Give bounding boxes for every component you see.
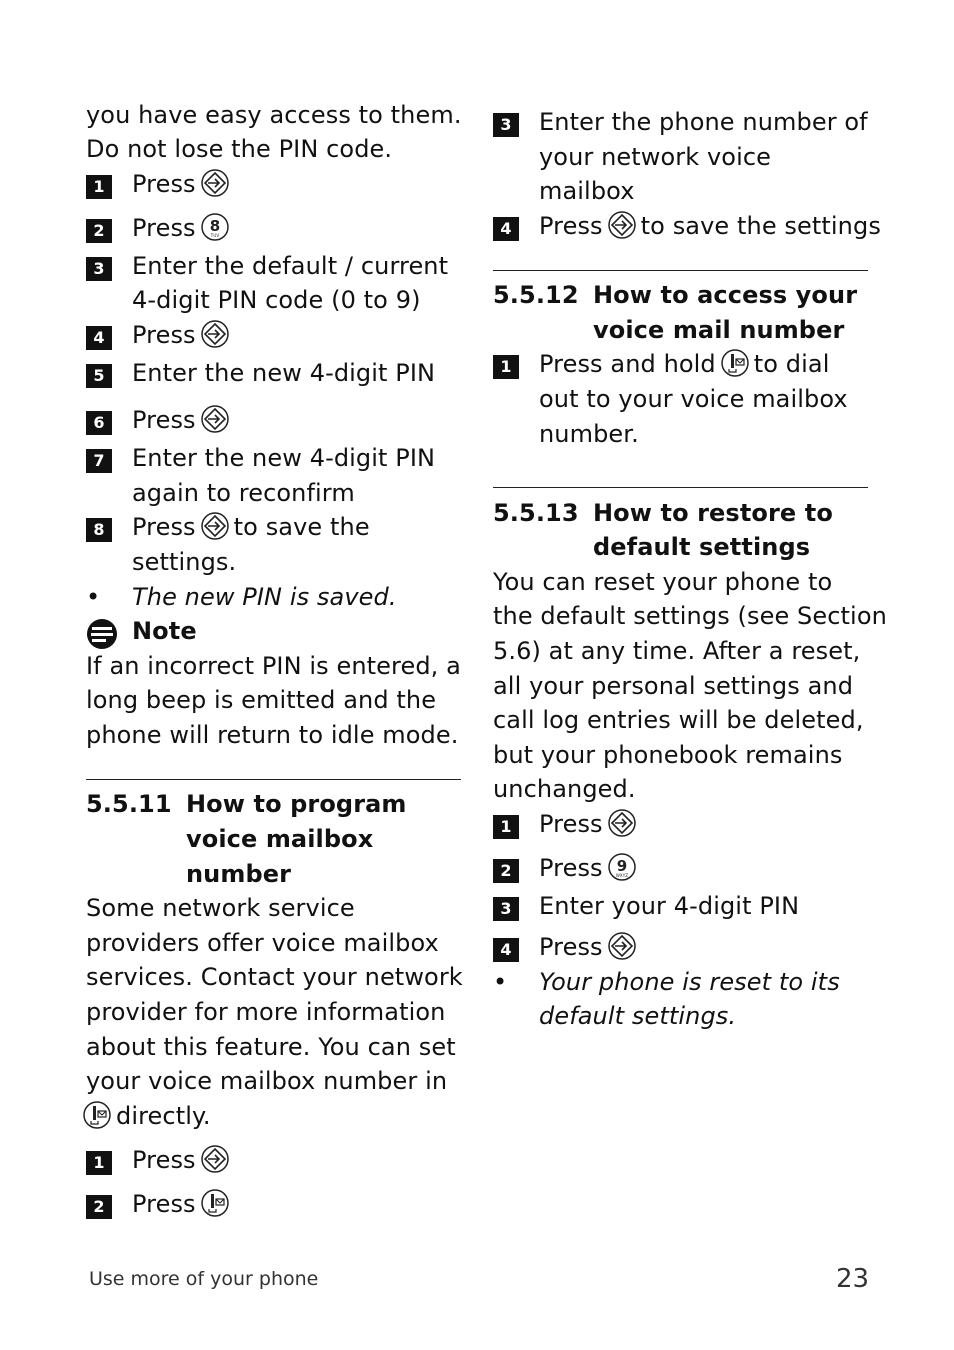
body-text: You can reset your phone to	[493, 568, 833, 596]
svg-text:WXYZ: WXYZ	[616, 873, 628, 878]
step-text: Press to save the	[132, 512, 370, 541]
step-text: Press 8 TUV	[132, 211, 234, 245]
section-number: 5.5.13	[493, 499, 579, 527]
step-number: 1	[86, 175, 112, 199]
note-title: Note	[132, 617, 197, 645]
body-text: providers offer voice mailbox	[86, 929, 439, 957]
ok-nav-key-icon	[607, 809, 636, 837]
ok-nav-key-icon	[200, 320, 229, 348]
step-text: settings.	[132, 548, 237, 576]
step-text: out to your voice mailbox	[539, 385, 848, 413]
ok-nav-key-icon	[200, 405, 229, 433]
step-text: Enter your 4-digit PIN	[539, 892, 800, 920]
step-number: 4	[493, 938, 519, 962]
body-text: about this feature. You can set	[86, 1033, 456, 1061]
step-number: 4	[493, 217, 519, 241]
step-text: your network voice	[539, 143, 772, 171]
body-text: call log entries will be deleted,	[493, 706, 864, 734]
step-number: 2	[86, 219, 112, 243]
intro-line: you have easy access to them.	[86, 101, 462, 129]
key-8-icon: 8TUV	[200, 213, 229, 241]
body-text: but your phonebook remains	[493, 741, 843, 769]
step-number: 5	[86, 364, 112, 388]
section-title: voice mail number	[593, 316, 845, 344]
step-number: 1	[493, 815, 519, 839]
body-text: your voice mailbox number in	[86, 1067, 448, 1095]
step-text: Press to save the settings	[539, 211, 881, 240]
voicemail-key-icon	[83, 1101, 111, 1129]
ok-nav-key-icon	[200, 169, 229, 197]
body-text: all your personal settings and	[493, 672, 854, 700]
step-text: Press	[539, 807, 641, 841]
step-number: 7	[86, 449, 112, 473]
note-text: phone will return to idle mode.	[86, 721, 459, 749]
step-number: 3	[493, 897, 519, 921]
step-text: number.	[539, 420, 639, 448]
section-title: number	[186, 860, 292, 888]
key-9-icon: 9WXYZ	[607, 853, 636, 881]
bullet: •	[86, 583, 101, 611]
body-text: services. Contact your network	[86, 963, 463, 991]
note-icon	[87, 619, 117, 649]
note-text: If an incorrect PIN is entered, a	[86, 652, 461, 680]
step-text: 4-digit PIN code (0 to 9)	[132, 286, 421, 314]
step-number: 1	[493, 355, 519, 379]
step-text: Press	[539, 930, 641, 964]
step-text: Press	[132, 403, 234, 437]
step-number: 3	[86, 257, 112, 281]
step-text: Enter the phone number of	[539, 108, 868, 136]
divider	[493, 270, 868, 271]
step-text: Enter the default / current	[132, 252, 449, 280]
step-number: 2	[493, 859, 519, 883]
step-text: mailbox	[539, 177, 635, 205]
note-text: long beep is emitted and the	[86, 686, 437, 714]
step-number: 1	[86, 1151, 112, 1175]
step-text: Press	[132, 318, 234, 352]
result-text: The new PIN is saved.	[132, 583, 397, 611]
step-number: 6	[86, 411, 112, 435]
body-text: 5.6) at any time. After a reset,	[493, 637, 861, 665]
ok-nav-key-icon	[607, 932, 636, 960]
step-text: Press	[132, 1187, 234, 1221]
step-text: Enter the new 4-digit PIN	[132, 359, 436, 387]
ok-nav-key-icon	[607, 211, 636, 239]
section-title: default settings	[593, 533, 811, 561]
body-text: directly.	[82, 1099, 211, 1133]
divider	[86, 779, 461, 780]
section-number: 5.5.11	[86, 790, 172, 818]
ok-nav-key-icon	[200, 512, 229, 540]
page-number: 23	[836, 1264, 870, 1294]
result-text: Your phone is reset to its	[539, 968, 840, 996]
svg-text:TUV: TUV	[209, 233, 219, 238]
step-number: 8	[86, 518, 112, 542]
step-number: 2	[86, 1195, 112, 1219]
step-text: Enter the new 4-digit PIN	[132, 444, 436, 472]
step-text: Press	[132, 167, 234, 201]
section-number: 5.5.12	[493, 281, 579, 309]
step-text: Press and hold to dial	[539, 349, 830, 378]
step-number: 4	[86, 326, 112, 350]
voicemail-key-icon	[721, 349, 749, 377]
step-text: Press 9 WXYZ	[539, 851, 641, 885]
ok-nav-key-icon	[200, 1145, 229, 1173]
step-text: Press	[132, 1143, 234, 1177]
result-text: default settings.	[539, 1002, 737, 1030]
bullet: •	[493, 968, 508, 996]
step-number: 3	[493, 113, 519, 137]
body-text: provider for more information	[86, 998, 446, 1026]
divider	[493, 487, 868, 488]
body-text: unchanged.	[493, 775, 636, 803]
section-title: voice mailbox	[186, 825, 374, 853]
step-text: again to reconfirm	[132, 479, 355, 507]
section-title: How to access your	[593, 281, 858, 309]
intro-line: Do not lose the PIN code.	[86, 135, 393, 163]
section-title: How to restore to	[593, 499, 833, 527]
body-text: Some network service	[86, 894, 355, 922]
footer-section: Use more of your phone	[89, 1268, 319, 1290]
body-text: the default settings (see Section	[493, 602, 887, 630]
voicemail-key-icon	[200, 1189, 229, 1217]
section-title: How to program	[186, 790, 407, 818]
